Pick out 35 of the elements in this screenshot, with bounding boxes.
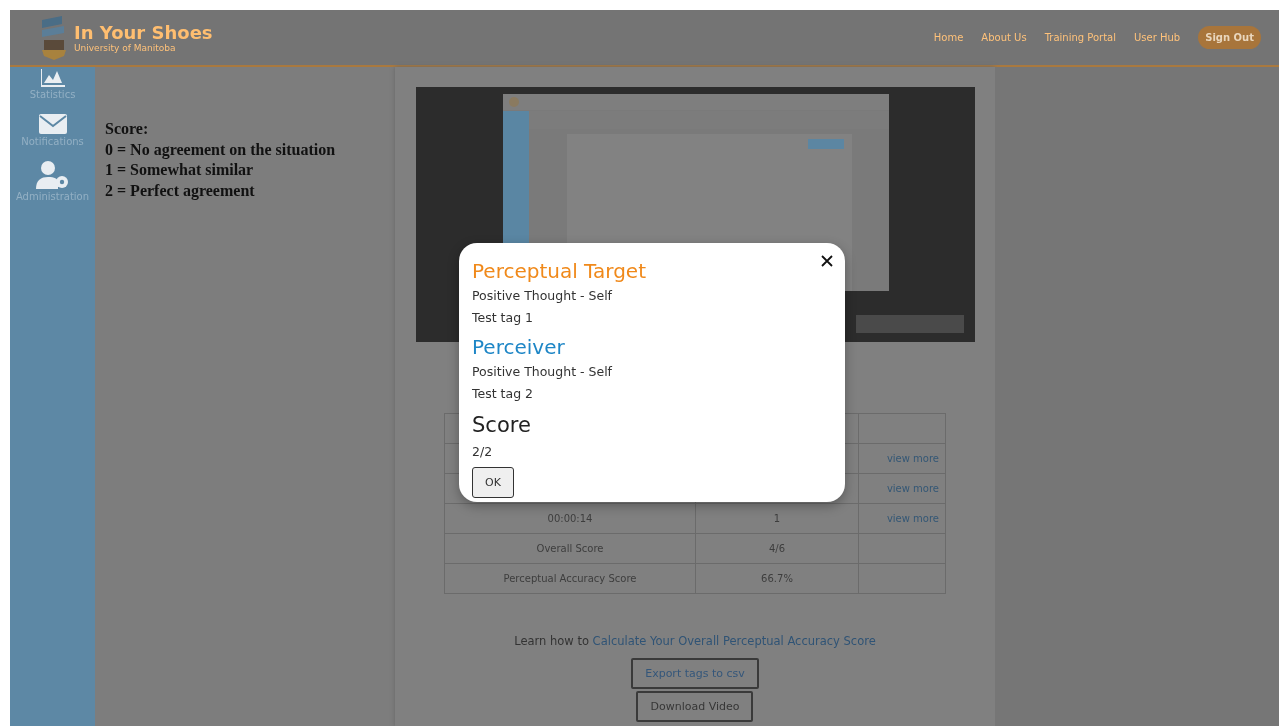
table-cell: 00:00:14 <box>547 513 593 524</box>
close-icon[interactable] <box>821 255 833 267</box>
chart-icon <box>40 69 65 87</box>
section-heading: Perceiver <box>472 334 565 361</box>
tag-text: 2/2 <box>472 445 494 459</box>
tag-text: Positive Thought - Self <box>472 365 613 379</box>
download-button[interactable]: Download Video <box>636 691 754 722</box>
site-subtitle: University of Manitoba <box>74 43 177 53</box>
nav-link[interactable]: Home <box>933 32 964 43</box>
logo-icon <box>40 15 68 60</box>
table-cell: 1 <box>773 513 781 524</box>
site-title: In Your Shoes <box>74 22 213 43</box>
tag-text: Positive Thought - Self <box>472 289 613 303</box>
section-heading: Score <box>472 412 531 439</box>
learn-text: Learn how to <box>514 634 589 648</box>
table-cell: Perceptual Accuracy Score <box>503 573 637 584</box>
ok-button[interactable]: OK <box>472 467 514 498</box>
score-legend-line: 0 = No agreement on the situation <box>105 139 337 160</box>
export-button[interactable]: Export tags to csv <box>631 658 759 689</box>
table-cell: Overall Score <box>536 543 604 554</box>
section-heading: Perceptual Target <box>472 258 646 285</box>
mail-icon <box>38 114 67 134</box>
nav-link[interactable]: About Us <box>981 32 1027 43</box>
calculate-score-link[interactable]: Calculate Your Overall Perceptual Accuracy Score <box>592 634 876 648</box>
score-legend-line: Score: <box>105 119 150 139</box>
score-legend-line: 1 = Somewhat similar <box>105 160 255 180</box>
score-legend-line: 2 = Perfect agreement <box>105 180 256 201</box>
table-cell: 4/6 <box>768 543 786 554</box>
nav-link[interactable]: Training Portal <box>1044 32 1116 43</box>
nav-link[interactable]: User Hub <box>1134 32 1181 43</box>
user-gear-icon <box>35 161 70 189</box>
sign-out-button[interactable]: Sign Out <box>1198 26 1261 49</box>
tag-text: Test tag 2 <box>472 387 534 401</box>
tag-text: Test tag 1 <box>472 311 534 325</box>
table-cell: 66.7% <box>761 573 793 584</box>
